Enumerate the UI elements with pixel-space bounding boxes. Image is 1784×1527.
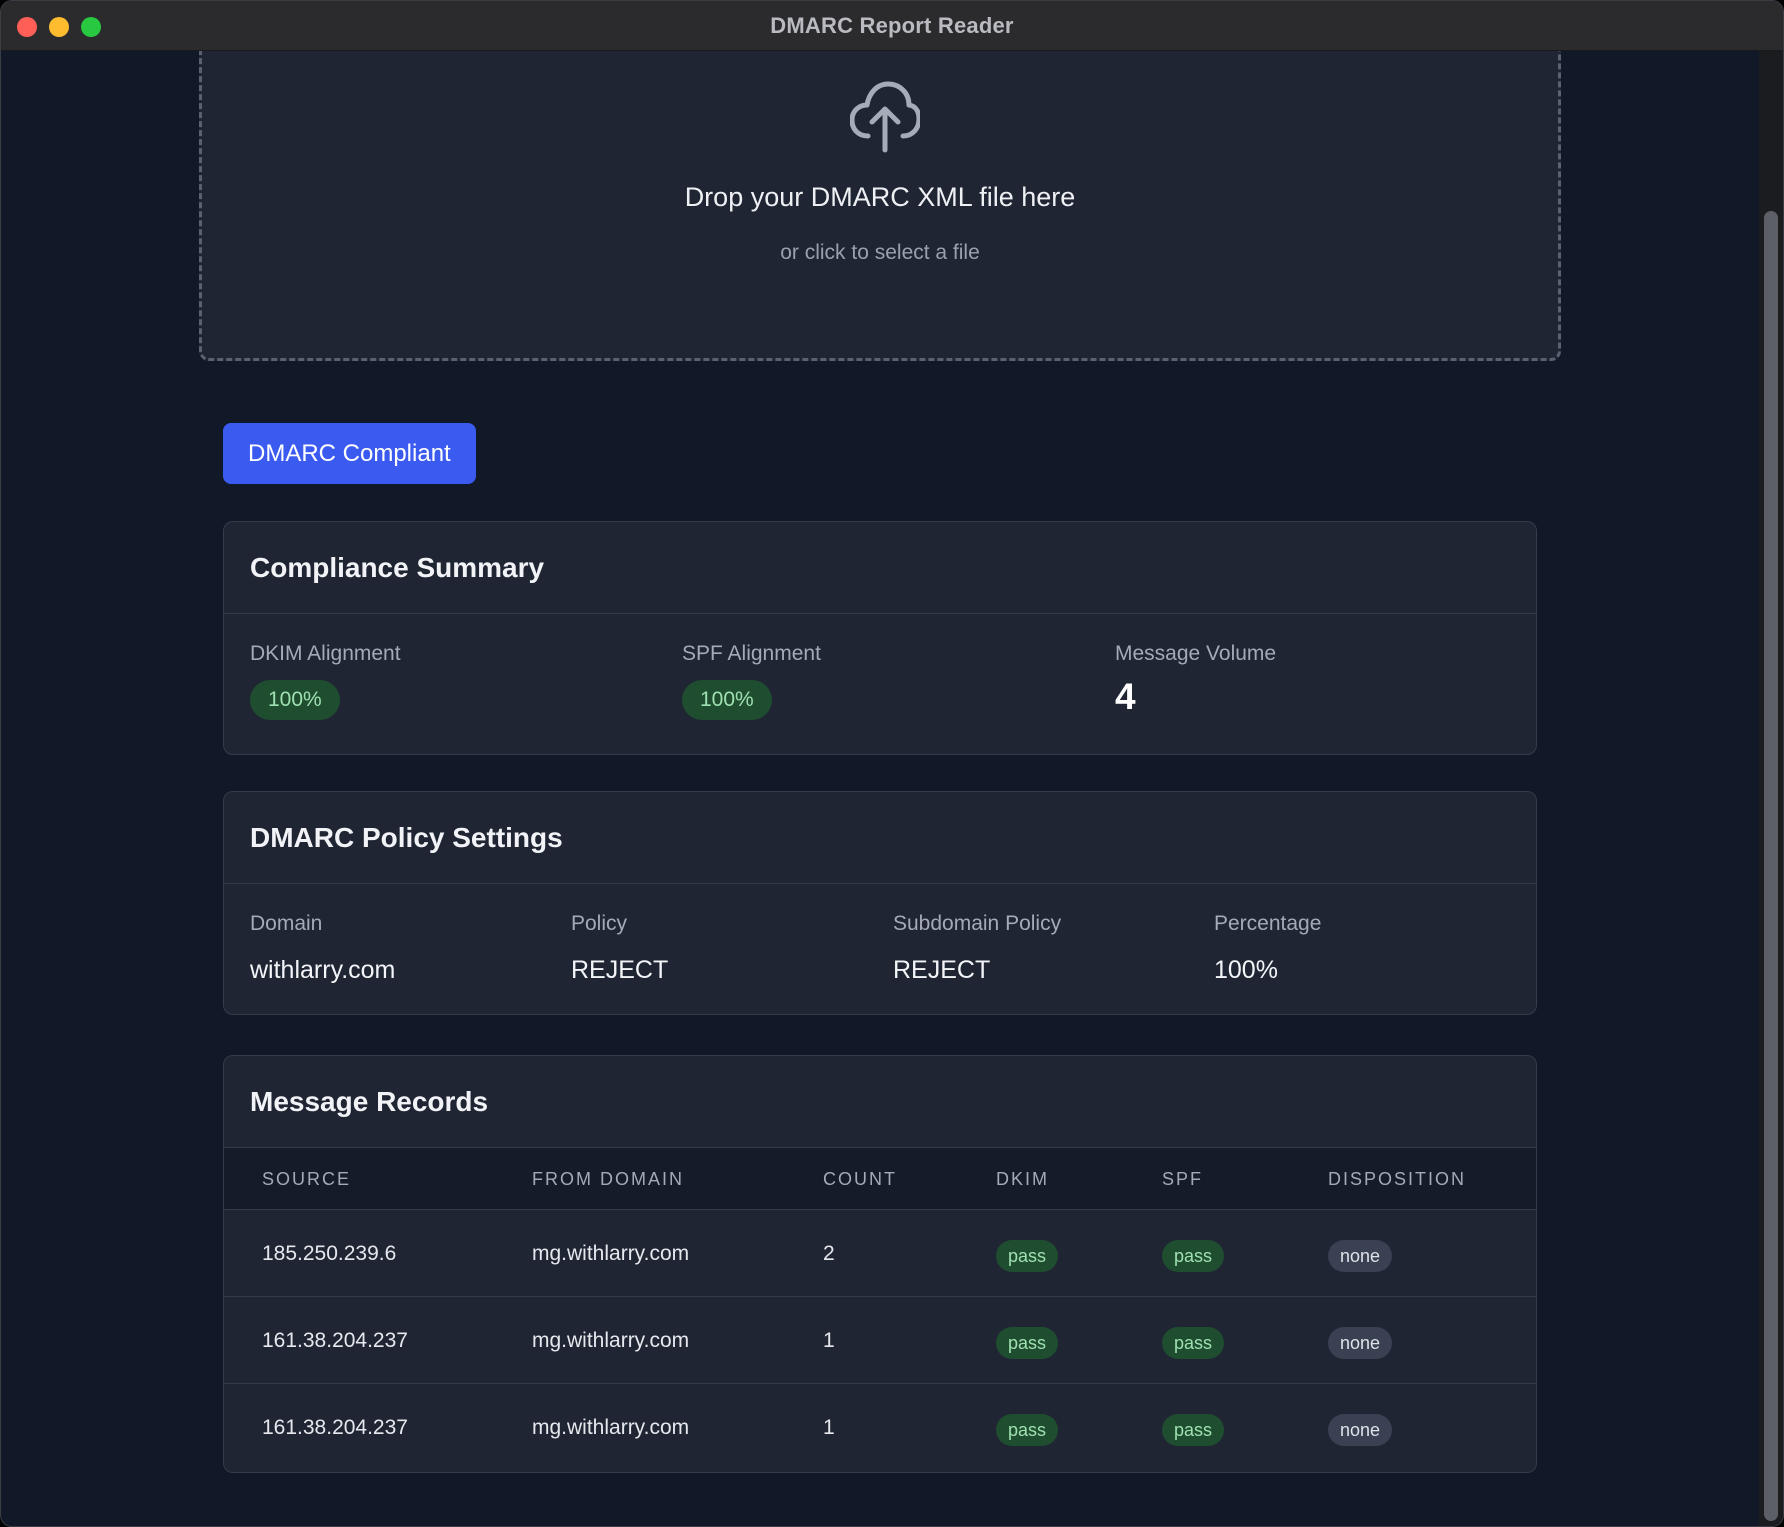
table-row[interactable]: 185.250.239.6 mg.withlarry.com 2 pass pa… — [224, 1210, 1536, 1297]
column-header-disposition[interactable]: DISPOSITION — [1328, 1148, 1466, 1210]
message-volume-value: 4 — [1115, 676, 1136, 717]
message-records-title: Message Records — [250, 1085, 489, 1117]
spf-status-badge: pass — [1162, 1327, 1225, 1359]
disposition-badge: none — [1328, 1240, 1393, 1272]
records-table-header: SOURCE FROM DOMAIN COUNT DKIM SPF DISPOS… — [224, 1148, 1536, 1210]
column-header-from-domain[interactable]: FROM DOMAIN — [532, 1148, 684, 1210]
message-records-header: Message Records — [224, 1056, 1536, 1148]
table-row[interactable]: 161.38.204.237 mg.withlarry.com 1 pass p… — [224, 1384, 1536, 1471]
compliance-summary-title: Compliance Summary — [250, 551, 545, 583]
maximize-window-button[interactable] — [81, 17, 101, 37]
dkim-status-badge: pass — [996, 1327, 1059, 1359]
cell-source: 161.38.204.237 — [262, 1416, 408, 1439]
dkim-alignment-label: DKIM Alignment — [250, 642, 401, 665]
close-window-button[interactable] — [17, 17, 37, 37]
cell-count: 1 — [823, 1416, 835, 1439]
column-header-spf[interactable]: SPF — [1162, 1148, 1203, 1210]
policy-field-value: REJECT — [893, 956, 991, 984]
spf-alignment-stat: SPF Alignment 100% — [682, 642, 821, 720]
dropzone-subtitle: or click to select a file — [780, 241, 980, 264]
dkim-status-badge: pass — [996, 1240, 1059, 1272]
title-bar: DMARC Report Reader — [1, 1, 1783, 51]
column-header-source[interactable]: SOURCE — [262, 1148, 351, 1210]
cell-from-domain: mg.withlarry.com — [532, 1242, 690, 1265]
minimize-window-button[interactable] — [49, 17, 69, 37]
spf-alignment-label: SPF Alignment — [682, 642, 821, 665]
policy-field-policy: Policy REJECT — [571, 912, 668, 985]
dkim-status-badge: pass — [996, 1414, 1059, 1446]
policy-field-value: withlarry.com — [250, 956, 396, 984]
column-header-count[interactable]: COUNT — [823, 1148, 897, 1210]
app-window: DMARC Report Reader Drop your DMARC XML … — [0, 0, 1784, 1527]
policy-field-value: REJECT — [571, 956, 669, 984]
dkim-alignment-stat: DKIM Alignment 100% — [250, 642, 401, 720]
policy-settings-header: DMARC Policy Settings — [224, 792, 1536, 884]
dropzone-title: Drop your DMARC XML file here — [684, 182, 1076, 212]
cell-count: 2 — [823, 1242, 835, 1265]
window-controls — [17, 17, 101, 37]
compliance-summary-header: Compliance Summary — [224, 522, 1536, 614]
policy-field-label: Domain — [250, 912, 323, 935]
policy-field-label: Subdomain Policy — [893, 912, 1062, 935]
compliance-summary-card: Compliance Summary DKIM Alignment 100% S… — [223, 521, 1537, 755]
file-dropzone[interactable]: Drop your DMARC XML file here or click t… — [199, 51, 1561, 361]
policy-field-label: Percentage — [1214, 912, 1322, 935]
cell-source: 161.38.204.237 — [262, 1329, 408, 1352]
message-records-card: Message Records SOURCE FROM DOMAIN COUNT… — [223, 1055, 1537, 1473]
window-title: DMARC Report Reader — [770, 12, 1014, 38]
cell-from-domain: mg.withlarry.com — [532, 1416, 690, 1439]
spf-status-badge: pass — [1162, 1240, 1225, 1272]
dmarc-compliant-badge[interactable]: DMARC Compliant — [223, 423, 476, 484]
main-content: Drop your DMARC XML file here or click t… — [1, 51, 1761, 1526]
policy-settings-title: DMARC Policy Settings — [250, 821, 563, 853]
cloud-upload-icon — [850, 81, 920, 153]
cell-count: 1 — [823, 1329, 835, 1352]
disposition-badge: none — [1328, 1414, 1393, 1446]
table-row[interactable]: 161.38.204.237 mg.withlarry.com 1 pass p… — [224, 1297, 1536, 1384]
disposition-badge: none — [1328, 1327, 1393, 1359]
cell-from-domain: mg.withlarry.com — [532, 1329, 690, 1352]
policy-field-label: Policy — [571, 912, 628, 935]
policy-field-value: 100% — [1214, 956, 1278, 984]
column-header-dkim[interactable]: DKIM — [996, 1148, 1049, 1210]
scrollbar-thumb[interactable] — [1764, 211, 1778, 1521]
policy-field-domain: Domain withlarry.com — [250, 912, 395, 985]
policy-settings-card: DMARC Policy Settings Domain withlarry.c… — [223, 791, 1537, 1015]
cell-source: 185.250.239.6 — [262, 1242, 397, 1265]
policy-field-percentage: Percentage 100% — [1214, 912, 1321, 985]
spf-alignment-value: 100% — [682, 680, 772, 720]
dkim-alignment-value: 100% — [250, 680, 340, 720]
policy-field-subdomain-policy: Subdomain Policy REJECT — [893, 912, 1061, 985]
message-volume-stat: Message Volume 4 — [1115, 642, 1276, 718]
message-volume-label: Message Volume — [1115, 642, 1277, 665]
spf-status-badge: pass — [1162, 1414, 1225, 1446]
